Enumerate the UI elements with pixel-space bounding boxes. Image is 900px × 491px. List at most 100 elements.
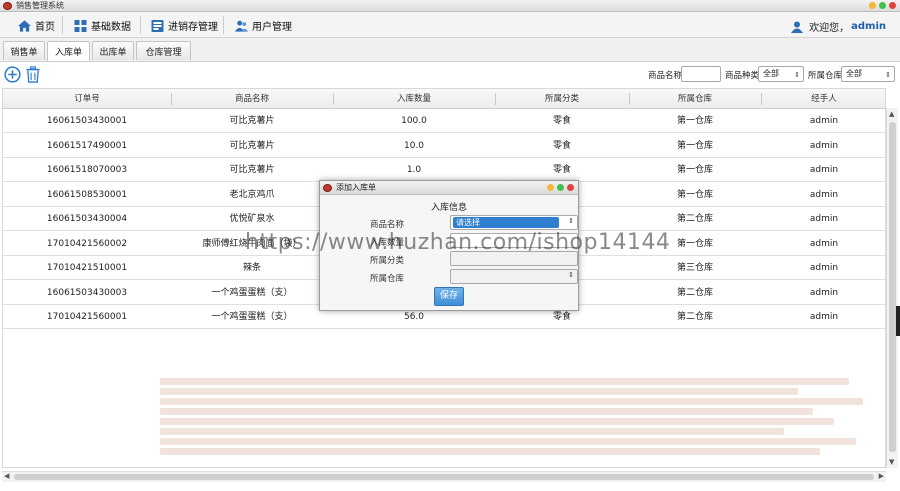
column-header[interactable]: 经手人 (761, 89, 885, 109)
scroll-up-icon[interactable]: ▲ (889, 110, 894, 118)
minimize-icon[interactable] (547, 184, 554, 191)
dialog-window-controls (547, 184, 574, 191)
dialog-titlebar: 添加入库单 (320, 181, 578, 195)
trash-icon[interactable] (25, 66, 41, 83)
table-cell: 16061503430004 (46, 214, 128, 224)
table-cell: admin (809, 312, 839, 322)
filter-warehouse-select[interactable]: 全部 ⇕ (841, 66, 895, 82)
users-icon (235, 20, 248, 32)
table-cell: 可比克薯片 (229, 140, 275, 151)
close-icon[interactable] (889, 2, 896, 9)
table-cell: admin (809, 238, 839, 249)
vertical-scrollbar[interactable]: ▲ ▼ (886, 108, 898, 468)
column-header[interactable]: 订单号 (3, 89, 171, 109)
updown-arrow-icon: ⇕ (794, 71, 800, 79)
menu-item-users[interactable]: 用户管理 (235, 18, 292, 33)
product-select[interactable]: 请选择 ⇕ (450, 215, 578, 230)
filter-type-select[interactable]: 全部 ⇕ (758, 66, 804, 82)
column-header[interactable]: 所属分类 (495, 89, 629, 109)
close-icon[interactable] (567, 184, 574, 191)
watermark: https://www.huzhan.com/ishop14144 (245, 230, 671, 255)
table-cell: 辣条 (242, 263, 261, 273)
table-cell: 17010421560002 (46, 238, 128, 249)
toolbar: 商品名称 商品种类 全部 ⇕ 所属仓库 全部 ⇕ (0, 62, 900, 88)
column-header[interactable]: 入库数量 (333, 89, 495, 109)
dialog-title: 添加入库单 (336, 183, 376, 192)
window-titlebar: 销售管理系统 (0, 0, 900, 12)
maximize-icon[interactable] (557, 184, 564, 191)
window-controls (869, 2, 896, 9)
table-cell: 16061503430001 (46, 116, 128, 126)
background-console-ghost (160, 375, 885, 470)
welcome-text: 欢迎您， (809, 23, 850, 34)
table-cell: 零食 (552, 140, 571, 151)
updown-arrow-icon: ⇕ (568, 217, 574, 225)
filter-product-label: 商品名称 (648, 71, 683, 81)
table-cell: 可比克薯片 (229, 116, 275, 126)
product-label: 商品名称 (370, 220, 405, 230)
user-icon (791, 21, 804, 33)
menu-item-inventory[interactable]: 进销存管理 (151, 18, 218, 33)
filter-product-input[interactable] (681, 66, 721, 82)
table-row[interactable]: 16061503430001 可比克薯片 100.0 零食 第一仓库 admin (3, 109, 885, 133)
scroll-down-icon[interactable]: ▼ (889, 458, 894, 466)
table-cell: 第一仓库 (676, 189, 713, 200)
table-cell: 一个鸡蛋蛋糕（支） (211, 312, 293, 322)
table-cell: 第一仓库 (676, 165, 713, 175)
table-cell: 17010421560001 (46, 312, 128, 322)
table-cell: 零食 (552, 116, 571, 126)
tab-sales-order[interactable]: 销售单 (3, 41, 45, 60)
horizontal-scrollbar[interactable]: ◀ ▶ (2, 471, 886, 482)
username[interactable]: admin (851, 21, 886, 32)
table-cell: 16061503430003 (46, 287, 128, 298)
add-circle-icon[interactable] (4, 66, 21, 83)
scroll-right-icon[interactable]: ▶ (879, 472, 884, 480)
table-cell: admin (809, 263, 839, 273)
menu-divider (62, 16, 63, 34)
table-cell: admin (809, 189, 839, 200)
table-cell: admin (809, 287, 839, 298)
column-header[interactable]: 所属仓库 (629, 89, 761, 109)
scroll-thumb[interactable] (889, 122, 896, 452)
grid-icon (74, 19, 87, 32)
menu-item-home[interactable]: 首页 (18, 18, 55, 33)
tab-stock-in[interactable]: 入库单 (47, 41, 90, 61)
menu-item-label: 基础数据 (91, 22, 131, 33)
sub-tabs: 销售单 入库单 出库单 仓库管理 (0, 38, 900, 62)
save-button[interactable]: 保存 (434, 287, 464, 306)
menu-divider (140, 16, 141, 34)
menu-item-label: 用户管理 (252, 22, 292, 33)
table-cell: 第二仓库 (676, 287, 713, 298)
menu-item-basic-data[interactable]: 基础数据 (74, 18, 131, 33)
table-cell: 第一仓库 (676, 140, 713, 151)
updown-arrow-icon: ⇕ (885, 71, 891, 79)
tab-warehouse[interactable]: 仓库管理 (136, 41, 191, 60)
menu-item-label: 进销存管理 (168, 22, 218, 33)
home-icon (18, 19, 31, 32)
table-cell: 100.0 (401, 116, 427, 126)
warehouse-select[interactable]: ⇕ (450, 269, 578, 284)
scroll-thumb[interactable] (14, 474, 874, 480)
table-cell: 第二仓库 (676, 312, 713, 322)
updown-arrow-icon: ⇕ (568, 271, 574, 279)
window-edge (896, 306, 900, 336)
filter-type-label: 商品种类 (725, 71, 760, 81)
table-header: 订单号 商品名称 入库数量 所属分类 所属仓库 经手人 (3, 89, 885, 109)
table-row[interactable]: 16061518070003 可比克薯片 1.0 零食 第一仓库 admin (3, 158, 885, 182)
table-cell: 16061517490001 (46, 140, 128, 151)
main-menu: 首页 基础数据 进销存管理 用户管理 欢迎您， admin (0, 12, 900, 38)
table-cell: 10.0 (403, 140, 425, 151)
tab-stock-out[interactable]: 出库单 (92, 41, 134, 60)
filter-type-value: 全部 (763, 69, 779, 78)
table-cell: 第一仓库 (676, 116, 713, 126)
menu-divider (223, 16, 224, 34)
scroll-left-icon[interactable]: ◀ (4, 472, 9, 480)
inventory-icon (151, 19, 164, 32)
maximize-icon[interactable] (879, 2, 886, 9)
welcome-area: 欢迎您， admin (791, 19, 886, 34)
table-row[interactable]: 16061517490001 可比克薯片 10.0 零食 第一仓库 admin (3, 134, 885, 158)
app-logo-icon (323, 183, 332, 192)
table-cell: 第三仓库 (676, 263, 713, 273)
column-header[interactable]: 商品名称 (171, 89, 333, 109)
minimize-icon[interactable] (869, 2, 876, 9)
